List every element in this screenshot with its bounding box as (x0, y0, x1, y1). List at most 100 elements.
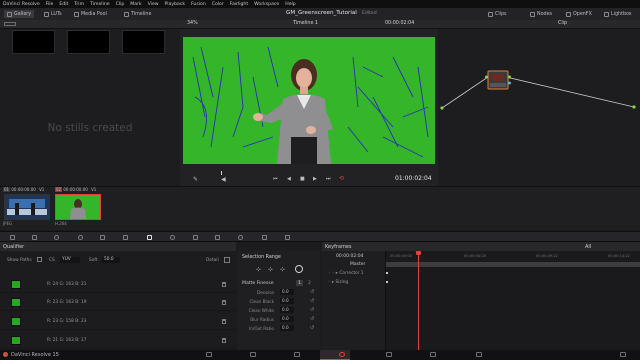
curves-icon[interactable] (123, 235, 128, 240)
menu-item-view[interactable]: View (148, 2, 159, 7)
color-page-tab[interactable] (320, 350, 350, 360)
media-pool-button[interactable]: Media Pool (74, 10, 107, 18)
viewer-image[interactable] (183, 37, 435, 164)
keyframe-dot[interactable] (386, 272, 388, 274)
clip-thumbnail-1[interactable] (4, 194, 50, 220)
menu-item-file[interactable]: File (46, 2, 54, 7)
qualifier-sample-row[interactable]: R: 21 G: 163 B: 17 (0, 333, 236, 349)
viewer-zoom[interactable]: 34% (187, 21, 198, 26)
menu-item-color[interactable]: Color (212, 2, 224, 7)
speaker-icon[interactable]: ◀ (221, 176, 226, 183)
blur-icon[interactable] (215, 235, 220, 240)
gallery-album-thumb[interactable] (12, 30, 55, 54)
reset-selection-icon[interactable] (295, 265, 303, 273)
sizing-icon[interactable] (262, 235, 267, 240)
reset-in-out-ratio-icon[interactable]: ↺ (310, 325, 314, 331)
menu-item-timeline[interactable]: Timeline (90, 2, 110, 7)
lightbox-button[interactable]: Lightbox (604, 10, 632, 18)
gallery-button[interactable]: Gallery (4, 10, 35, 18)
trash-icon[interactable] (222, 319, 226, 324)
clip-thumbnail-2[interactable] (55, 194, 101, 220)
deliver-page-icon[interactable] (476, 352, 482, 357)
gallery-album-thumb[interactable] (67, 30, 110, 54)
picker-plus-icon[interactable]: ⊹ (280, 266, 285, 273)
clean-black-input[interactable]: 0.0 (280, 298, 294, 304)
clean-white-input[interactable]: 0.0 (280, 307, 294, 313)
keyframe-timeline[interactable]: 00:00:00:00 00:00:04:26 00:00:09:22 00:0… (385, 251, 640, 350)
keyframe-dot[interactable] (386, 281, 388, 283)
node-mode[interactable]: Clip (558, 21, 567, 26)
timeline-name[interactable]: Timeline 1 (293, 21, 318, 26)
picker-icon[interactable]: ⊹ (256, 266, 261, 273)
color-page-icon[interactable] (339, 352, 345, 357)
track-master[interactable]: Master (350, 262, 365, 267)
menu-item-clip[interactable]: Clip (116, 2, 125, 7)
play-icon[interactable]: ▶ (313, 176, 317, 182)
openfx-button[interactable]: OpenFX (566, 10, 592, 18)
qualifier-icon[interactable] (147, 235, 152, 240)
cs-dropdown[interactable]: YUV (60, 257, 80, 263)
luts-button[interactable]: LUTs (44, 10, 62, 18)
qualifier-sample-row[interactable]: R: 24 G: 163 B: 21 (0, 277, 236, 293)
menu-item-davinci-resolve[interactable]: DaVinci Resolve (3, 2, 40, 7)
clips-button[interactable]: Clips (488, 10, 507, 18)
playhead-marker[interactable] (221, 171, 222, 175)
reset-denoise-icon[interactable]: ↺ (310, 289, 314, 295)
3d-icon[interactable] (285, 235, 290, 240)
stills-album-icon[interactable] (4, 22, 16, 26)
media-page-icon[interactable] (206, 352, 212, 357)
reset-blur-radius-icon[interactable]: ↺ (310, 316, 314, 322)
soft-input[interactable]: 50.0 (102, 257, 120, 263)
detail-toggle[interactable] (224, 257, 230, 263)
trash-icon[interactable] (222, 300, 226, 305)
reverse-play-icon[interactable]: ◀ (287, 176, 291, 182)
menu-item-mark[interactable]: Mark (130, 2, 141, 7)
matte-page-1[interactable]: 1 (296, 280, 303, 286)
fairlight-page-icon[interactable] (430, 352, 436, 357)
pen-tool-icon[interactable]: ✎ (193, 176, 198, 183)
picker-minus-icon[interactable]: ⊹ (268, 266, 273, 273)
matte-page-2[interactable]: 2 (306, 280, 313, 286)
lock-icon[interactable]: ◦ ◦ ▸ (328, 271, 339, 276)
stop-icon[interactable]: ■ (300, 176, 305, 182)
reset-clean-white-icon[interactable]: ↺ (310, 307, 314, 313)
window-icon[interactable] (170, 235, 175, 240)
keyframes-filter[interactable]: All (585, 244, 591, 250)
playhead-handle[interactable] (416, 251, 421, 255)
trash-icon[interactable] (222, 282, 226, 287)
tracker-icon[interactable] (193, 235, 198, 240)
menu-item-trim[interactable]: Trim (74, 2, 84, 7)
menu-item-fusion[interactable]: Fusion (191, 2, 206, 7)
menu-item-playback[interactable]: Playback (165, 2, 186, 7)
timeline-button[interactable]: Timeline (124, 10, 151, 18)
show-paths-checkbox[interactable] (37, 257, 42, 262)
gallery-album-thumb[interactable] (122, 30, 165, 54)
loop-icon[interactable]: ⟲ (339, 175, 344, 182)
nodes-button[interactable]: Nodes (530, 10, 552, 18)
settings-icon[interactable] (620, 352, 626, 357)
edit-page-icon[interactable] (294, 352, 300, 357)
first-frame-icon[interactable]: ⏮ (273, 176, 278, 182)
key-icon[interactable] (238, 235, 243, 240)
keyframe-playhead[interactable] (418, 253, 419, 350)
menu-item-help[interactable]: Help (285, 2, 295, 7)
blur-radius-input[interactable]: 0.0 (280, 316, 294, 322)
in-out-ratio-input[interactable]: 0.0 (280, 325, 294, 331)
color-wheels-icon[interactable] (54, 235, 59, 240)
cut-page-icon[interactable] (250, 352, 256, 357)
motion-effects-icon[interactable] (100, 235, 105, 240)
denoise-input[interactable]: 0.0 (280, 289, 294, 295)
track-sizing-row[interactable]: ◦ ▸ Sizing (328, 280, 348, 285)
rgb-mixer-icon[interactable] (78, 235, 83, 240)
fusion-page-icon[interactable] (386, 352, 392, 357)
track-corrector-row[interactable]: ◦ ◦ ▸ Corrector 1 (328, 271, 364, 276)
qualifier-sample-row[interactable]: R: 23 G: 163 B: 19 (0, 295, 236, 311)
qualifier-sample-row[interactable]: R: 23 G: 158 B: 23 (0, 314, 236, 330)
menu-item-edit[interactable]: Edit (59, 2, 68, 7)
menu-item-fairlight[interactable]: Fairlight (230, 2, 248, 7)
last-frame-icon[interactable]: ⏭ (326, 176, 331, 182)
trash-icon[interactable] (222, 338, 226, 343)
camera-raw-icon[interactable] (10, 235, 15, 240)
color-match-icon[interactable] (32, 235, 37, 240)
menu-item-workspace[interactable]: Workspace (254, 2, 279, 7)
